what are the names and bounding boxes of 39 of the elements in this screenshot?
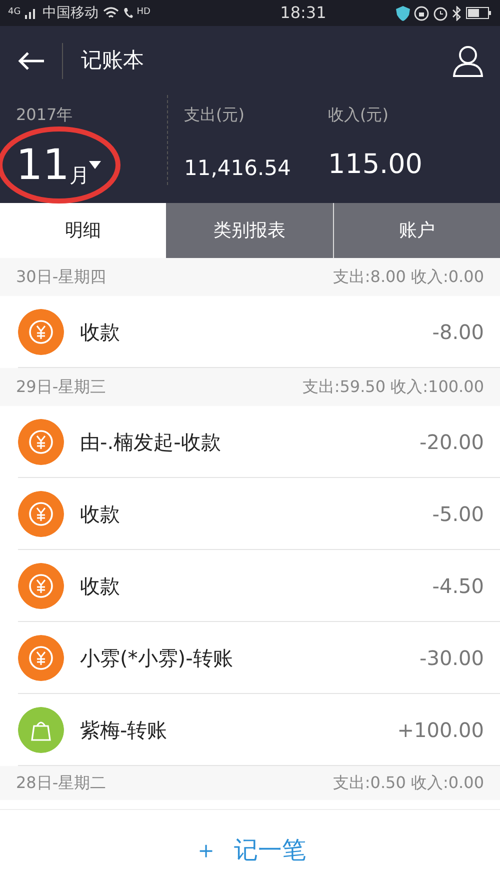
entry-amount: -30.00 bbox=[420, 644, 484, 672]
day-date: 30日-星期四 bbox=[16, 266, 106, 288]
entry-name: 收款 bbox=[80, 318, 120, 346]
phone-icon bbox=[122, 7, 133, 19]
day-date: 28日-星期二 bbox=[16, 772, 106, 794]
entry-name: 由-.楠发起-收款 bbox=[80, 428, 221, 456]
day-totals: 支出:8.00 收入:0.00 bbox=[332, 266, 484, 288]
page-title: 记账本 bbox=[81, 46, 144, 74]
entry-name: 紫梅-转账 bbox=[80, 716, 168, 744]
dropdown-caret-icon bbox=[89, 161, 102, 169]
hd-label: HD bbox=[136, 6, 150, 20]
expense-label: 支出(元) bbox=[184, 104, 246, 126]
day-totals: 支出:0.50 收入:0.00 bbox=[332, 772, 484, 794]
alarm-icon bbox=[433, 6, 448, 20]
day-totals: 支出:59.50 收入:100.00 bbox=[302, 376, 484, 398]
network-label: 4G bbox=[8, 6, 21, 20]
expense-total: 11,416.54 bbox=[184, 155, 292, 182]
entry-name: 小雰(*小雰)-转账 bbox=[80, 644, 233, 672]
battery-icon bbox=[466, 7, 492, 19]
carrier-label: 中国移动 bbox=[42, 4, 99, 22]
entry-amount: -8.00 bbox=[432, 318, 484, 346]
add-entry-button[interactable]: ＋ 记一笔 bbox=[182, 826, 318, 874]
entry-amount: +100.00 bbox=[397, 716, 484, 744]
year-label: 2017年 bbox=[16, 104, 74, 126]
shield-icon bbox=[396, 6, 410, 20]
income-total: 115.00 bbox=[328, 148, 422, 182]
profile-icon[interactable] bbox=[452, 44, 484, 78]
bluetooth-icon bbox=[452, 6, 462, 20]
tab[interactable]: 账户 bbox=[332, 203, 500, 258]
day-date: 29日-星期三 bbox=[16, 376, 106, 398]
entry-amount: -20.00 bbox=[420, 428, 484, 456]
wifi-icon bbox=[102, 7, 119, 19]
entry-name: 收款 bbox=[80, 500, 120, 528]
income-label: 收入(元) bbox=[328, 104, 390, 126]
entry-amount: -4.50 bbox=[432, 572, 484, 600]
tab[interactable]: 类别报表 bbox=[166, 203, 333, 258]
entry-name: 收款 bbox=[80, 572, 120, 600]
clock-time: 18:31 bbox=[280, 3, 326, 22]
entry-amount: -5.00 bbox=[432, 500, 484, 528]
